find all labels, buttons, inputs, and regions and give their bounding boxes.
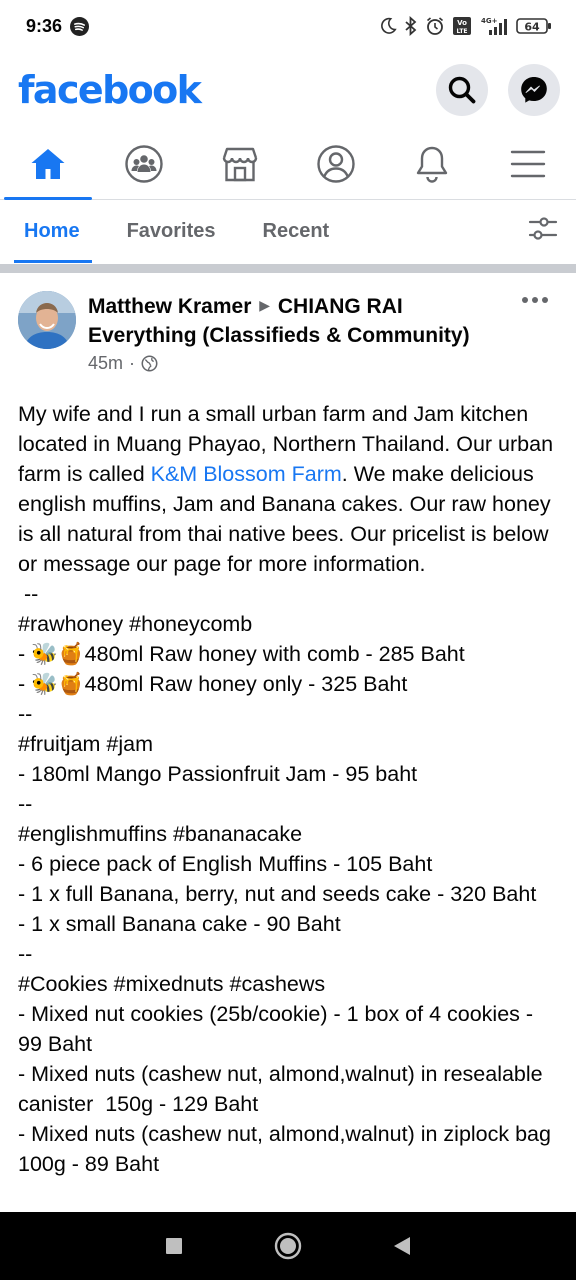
meta-separator: · xyxy=(129,353,136,373)
volte-icon: VoLTE xyxy=(453,17,471,35)
feed-divider xyxy=(0,264,576,273)
nav-profile[interactable] xyxy=(288,128,384,199)
battery-icon: 64 xyxy=(516,18,551,34)
network-type: 4G+ xyxy=(481,17,498,25)
moon-icon xyxy=(381,17,397,34)
feed-tabs: Home Favorites Recent xyxy=(0,200,576,263)
profile-icon xyxy=(317,144,355,183)
author-name[interactable]: Matthew Kramer xyxy=(88,295,251,318)
post-line: - 180ml Mango Passionfruit Jam - 95 baht xyxy=(18,762,418,786)
post-line: -- xyxy=(18,702,33,726)
bluetooth-icon xyxy=(405,16,417,36)
feed-post: Matthew Kramer ▶ CHIANG RAI Everything (… xyxy=(0,273,576,1212)
post-line: - Mixed nuts (cashew nut, almond,walnut)… xyxy=(18,1122,557,1176)
feed-filter-button[interactable] xyxy=(528,216,558,247)
post-line: - Mixed nut cookies (25b/cookie) - 1 box… xyxy=(18,1002,540,1056)
filter-icon xyxy=(528,217,558,240)
menu-icon xyxy=(510,150,546,177)
header-actions xyxy=(436,64,560,116)
author-avatar[interactable] xyxy=(18,291,76,349)
post-meta: Matthew Kramer ▶ CHIANG RAI Everything (… xyxy=(88,291,516,374)
more-options-icon[interactable] xyxy=(522,297,548,303)
facebook-logo[interactable]: facebook xyxy=(18,68,202,112)
system-nav-bar xyxy=(0,1212,576,1280)
nav-groups[interactable] xyxy=(96,128,192,199)
messenger-button[interactable] xyxy=(508,64,560,116)
search-button[interactable] xyxy=(436,64,488,116)
back-button[interactable] xyxy=(392,1235,412,1257)
post-line: -- xyxy=(18,942,33,966)
groups-icon xyxy=(125,144,163,183)
status-time: 9:36 xyxy=(26,15,63,36)
battery-level: 64 xyxy=(524,21,540,34)
post-header: Matthew Kramer ▶ CHIANG RAI Everything (… xyxy=(0,273,576,383)
home-icon xyxy=(31,148,65,179)
post-line: - 1 x full Banana, berry, nut and seeds … xyxy=(18,882,537,906)
app-header: facebook xyxy=(0,52,576,128)
avatar-image xyxy=(18,291,76,349)
svg-text:LTE: LTE xyxy=(456,28,467,35)
marketplace-icon xyxy=(222,147,258,181)
status-bar: 9:36 Vo LTE 4G+ 64 xyxy=(0,0,576,52)
tab-recent[interactable]: Recent xyxy=(263,200,330,263)
arrow-right-icon: ▶ xyxy=(259,297,271,313)
notifications-icon xyxy=(416,146,448,183)
post-line: #rawhoney #honeycomb xyxy=(18,612,253,636)
globe-icon xyxy=(141,355,158,372)
post-intro: My wife and I run a small urban farm and… xyxy=(18,399,562,579)
tab-home[interactable]: Home xyxy=(14,200,92,263)
post-line: #Cookies #mixednuts #cashews xyxy=(18,972,326,996)
nav-menu[interactable] xyxy=(480,128,576,199)
status-icons: Vo LTE 4G+ 64 xyxy=(379,16,552,36)
recents-button[interactable] xyxy=(164,1236,184,1256)
post-time[interactable]: 45m xyxy=(88,353,123,374)
messenger-icon xyxy=(521,77,547,103)
post-line: - Mixed nuts (cashew nut, almond,walnut)… xyxy=(18,1062,549,1116)
post-line: - 6 piece pack of English Muffins - 105 … xyxy=(18,852,433,876)
post-title: Matthew Kramer ▶ CHIANG RAI Everything (… xyxy=(88,291,516,350)
home-button[interactable] xyxy=(274,1232,302,1260)
page-link[interactable]: K&M Blossom Farm xyxy=(151,462,342,486)
main-navigation xyxy=(0,128,576,200)
nav-home[interactable] xyxy=(0,128,96,200)
post-line: - 🐝🍯480ml Raw honey only - 325 Baht xyxy=(18,672,408,696)
post-line: #fruitjam #jam xyxy=(18,732,154,756)
tab-favorites[interactable]: Favorites xyxy=(127,200,216,263)
post-body: My wife and I run a small urban farm and… xyxy=(0,383,576,1179)
spotify-icon xyxy=(70,16,90,36)
svg-text:Vo: Vo xyxy=(457,19,467,27)
post-line: #englishmuffins #bananacake xyxy=(18,822,303,846)
nav-marketplace[interactable] xyxy=(192,128,288,199)
alarm-icon xyxy=(426,17,444,35)
signal-icon: 4G+ xyxy=(481,17,507,35)
post-timestamp-row: 45m · xyxy=(88,353,516,374)
post-line: -- xyxy=(18,792,33,816)
post-line: - 🐝🍯480ml Raw honey with comb - 285 Baht xyxy=(18,642,465,666)
post-line: -- xyxy=(18,582,39,606)
nav-notifications[interactable] xyxy=(384,128,480,199)
status-left: 9:36 xyxy=(26,15,90,37)
post-line: - 1 x small Banana cake - 90 Baht xyxy=(18,912,341,936)
search-icon xyxy=(448,76,476,104)
